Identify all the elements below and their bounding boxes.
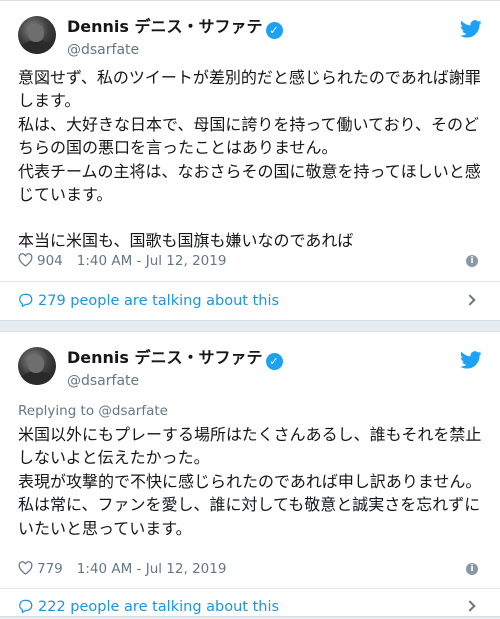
tweet-header: Dennis デニス・サファテ ✓ @dsarfate (18, 347, 482, 393)
heart-icon[interactable] (18, 561, 33, 575)
author-block: Dennis デニス・サファテ ✓ @dsarfate (67, 348, 283, 390)
chevron-right-icon[interactable] (464, 294, 476, 306)
tweet-paragraph: 私は常に、ファンを愛し、誰に対しても敬意と誠実さを忘れずにいたいと思っています。 (18, 495, 481, 538)
avatar[interactable] (18, 347, 56, 385)
verified-badge-icon: ✓ (265, 353, 283, 370)
info-icon[interactable]: i (466, 255, 478, 267)
timestamp[interactable]: 1:40 AM - Jul 12, 2019 (77, 253, 227, 269)
tweet-header: Dennis デニス・サファテ ✓ @dsarfate (18, 16, 482, 62)
divider (0, 588, 500, 589)
info-icon[interactable]: i (466, 563, 478, 575)
replying-to[interactable]: Replying to @dsarfate (18, 402, 482, 420)
display-name-row[interactable]: Dennis デニス・サファテ ✓ (67, 17, 283, 39)
tweet-text: Replying to @dsarfate 米国以外にもプレーする場所はたくさん… (18, 402, 482, 540)
display-name-row[interactable]: Dennis デニス・サファテ ✓ (67, 348, 283, 370)
timestamp[interactable]: 1:40 AM - Jul 12, 2019 (77, 561, 227, 577)
tweet-paragraph: 表現が攻撃的で不快に感じられたのであれば申し訳ありません。 (18, 471, 482, 491)
tweet-paragraph: 意図せず、私のツイートが差別的だと感じられたのであれば謝罪します。 (18, 68, 481, 111)
verified-badge-icon: ✓ (265, 22, 283, 39)
talking-label[interactable]: 279 people are talking about this (38, 293, 279, 309)
display-name[interactable]: Dennis デニス・サファテ (67, 348, 263, 367)
like-count[interactable]: 904 (37, 253, 63, 269)
like-count[interactable]: 779 (37, 561, 63, 577)
tweet-text: 意図せず、私のツイートが差別的だと感じられたのであれば謝罪します。 私は、大好き… (18, 66, 482, 253)
avatar[interactable] (18, 16, 56, 54)
speech-bubble-icon (19, 599, 33, 613)
tweet-paragraph: 私は、大好きな日本で、母国に誇りを持って働いており、そのどちらの国の悪口を言った… (18, 114, 479, 158)
speech-bubble-icon (19, 293, 33, 307)
chevron-right-icon[interactable] (464, 600, 476, 612)
tweet-paragraph: 代表チームの主将は、なおさらその国に敬意を持ってほしいと感じています。 (18, 161, 481, 205)
tweet-meta: 904 1:40 AM - Jul 12, 2019 i (18, 249, 482, 273)
talking-link[interactable]: 279 people are talking about this (18, 289, 482, 313)
tweet-paragraph: 米国以外にもプレーする場所はたくさんあるし、誰もそれを禁止しないよと伝えたかった… (18, 425, 482, 468)
display-name[interactable]: Dennis デニス・サファテ (67, 17, 263, 36)
author-block: Dennis デニス・サファテ ✓ @dsarfate (67, 17, 283, 59)
tweet-card: Dennis デニス・サファテ ✓ @dsarfate Replying to @… (0, 331, 500, 617)
talking-label[interactable]: 222 people are talking about this (38, 599, 279, 615)
author-handle[interactable]: @dsarfate (67, 372, 283, 390)
author-handle[interactable]: @dsarfate (67, 41, 283, 59)
twitter-bird-icon[interactable] (460, 351, 482, 369)
divider (0, 281, 500, 282)
heart-icon[interactable] (18, 253, 33, 267)
twitter-bird-icon[interactable] (460, 20, 482, 38)
tweet-card: Dennis デニス・サファテ ✓ @dsarfate 意図せず、私のツイートが差… (0, 0, 500, 321)
tweet-meta: 779 1:40 AM - Jul 12, 2019 i (18, 557, 482, 581)
talking-link[interactable]: 222 people are talking about this (18, 595, 482, 619)
